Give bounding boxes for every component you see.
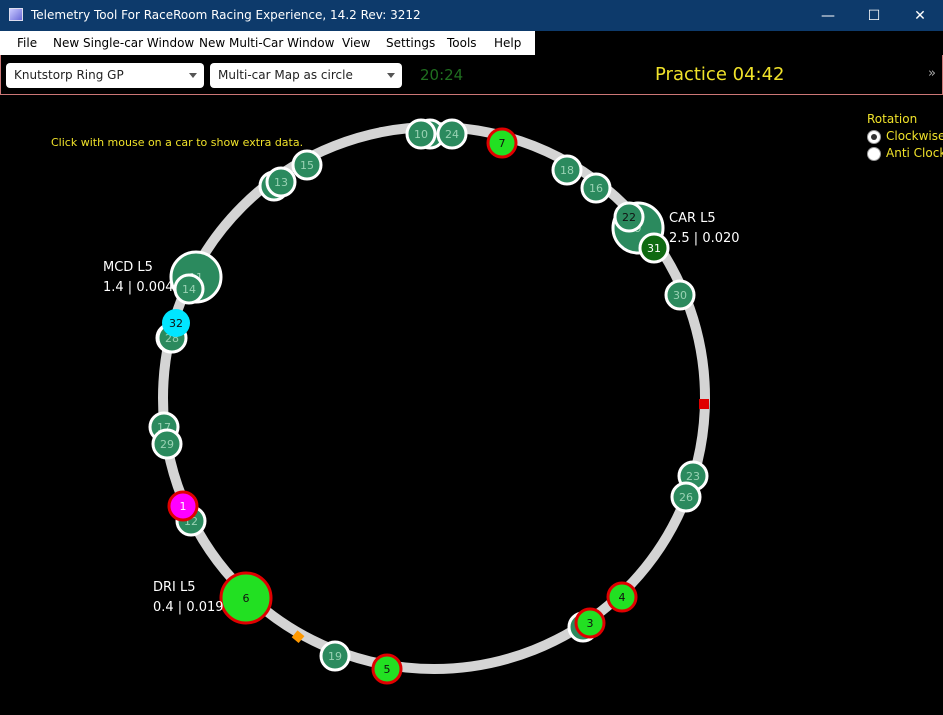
car-marker[interactable]: 6 [219, 571, 273, 625]
session-status: Practice 04:42 [655, 64, 785, 85]
car-number: 6 [243, 592, 250, 605]
car-number: 32 [169, 317, 183, 330]
car-label-detail: 0.4 | 0.019 [153, 600, 224, 615]
car-marker[interactable]: 10 [405, 118, 437, 150]
car-marker[interactable]: 16 [580, 172, 612, 204]
menu-help[interactable]: Help [494, 36, 521, 50]
car-marker[interactable]: 18 [551, 154, 583, 186]
chevron-down-icon [189, 73, 197, 78]
car-marker[interactable]: 29 [151, 428, 183, 460]
car-number: 29 [160, 438, 174, 451]
car-number: 18 [560, 164, 574, 177]
car-marker[interactable]: 13 [265, 166, 297, 198]
car-marker[interactable]: 22 [613, 201, 645, 233]
car-marker[interactable]: 32 [162, 309, 190, 337]
title-bar: Telemetry Tool For RaceRoom Racing Exper… [0, 0, 943, 31]
window-title: Telemetry Tool For RaceRoom Racing Exper… [31, 8, 421, 22]
car-number: 5 [384, 663, 391, 676]
car-marker[interactable]: 15 [291, 149, 323, 181]
car-marker[interactable]: 14 [173, 273, 205, 305]
map-mode-select-value: Multi-car Map as circle [218, 68, 353, 82]
car-marker[interactable]: 7 [486, 127, 518, 159]
car-marker[interactable]: 1 [167, 490, 199, 522]
car-marker[interactable]: 30 [664, 279, 696, 311]
chevron-down-icon [387, 73, 395, 78]
session-clock: 20:24 [420, 66, 464, 84]
car-number: 10 [414, 128, 428, 141]
car-number: 13 [274, 176, 288, 189]
minimize-button[interactable]: — [805, 0, 851, 31]
car-number: 14 [182, 283, 196, 296]
car-number: 7 [499, 137, 506, 150]
car-number: 15 [300, 159, 314, 172]
car-number: 16 [589, 182, 603, 195]
app-icon [9, 8, 23, 21]
car-marker[interactable]: 31 [638, 232, 670, 264]
track-map[interactable]: 1024718169223130232643519612117292832111… [0, 95, 943, 715]
cars-layer[interactable]: 1024718169223130232643519612117292832111… [148, 118, 709, 685]
menu-bar: File New Single-car Window New Multi-Car… [0, 31, 535, 55]
car-label-name: DRI L5 [153, 580, 196, 595]
car-number: 31 [647, 242, 661, 255]
car-number: 4 [619, 591, 626, 604]
menu-tools[interactable]: Tools [447, 36, 477, 50]
car-marker[interactable]: 26 [670, 481, 702, 513]
car-marker[interactable]: 5 [371, 653, 403, 685]
toolbar: Knutstorp Ring GP Multi-car Map as circl… [0, 55, 943, 95]
car-number: 23 [686, 470, 700, 483]
menu-view[interactable]: View [342, 36, 370, 50]
menu-file[interactable]: File [17, 36, 37, 50]
car-number: 22 [622, 211, 636, 224]
car-number: 26 [679, 491, 693, 504]
car-label-detail: 1.4 | 0.004 [103, 280, 174, 295]
maximize-button[interactable]: ☐ [851, 0, 897, 31]
car-number: 24 [445, 128, 459, 141]
car-marker[interactable]: 4 [606, 581, 638, 613]
close-button[interactable]: ✕ [897, 0, 943, 31]
car-number: 1 [180, 500, 187, 513]
expand-panel-button[interactable]: » [928, 66, 936, 81]
car-marker[interactable]: 3 [574, 607, 606, 639]
start-finish-marker [699, 399, 709, 409]
menu-new-single-car-window[interactable]: New Single-car Window [53, 36, 194, 50]
car-number: 19 [328, 650, 342, 663]
track-select-value: Knutstorp Ring GP [14, 68, 124, 82]
track-select[interactable]: Knutstorp Ring GP [6, 63, 204, 88]
car-marker[interactable]: 19 [319, 640, 351, 672]
car-label-name: CAR L5 [669, 211, 716, 226]
car-label-detail: 2.5 | 0.020 [669, 231, 740, 246]
car-number: 30 [673, 289, 687, 302]
car-number: 3 [587, 617, 594, 630]
menu-settings[interactable]: Settings [386, 36, 435, 50]
map-mode-select[interactable]: Multi-car Map as circle [210, 63, 402, 88]
car-marker[interactable]: 24 [436, 118, 468, 150]
car-label-name: MCD L5 [103, 260, 153, 275]
menu-new-multi-car-window[interactable]: New Multi-Car Window [199, 36, 334, 50]
